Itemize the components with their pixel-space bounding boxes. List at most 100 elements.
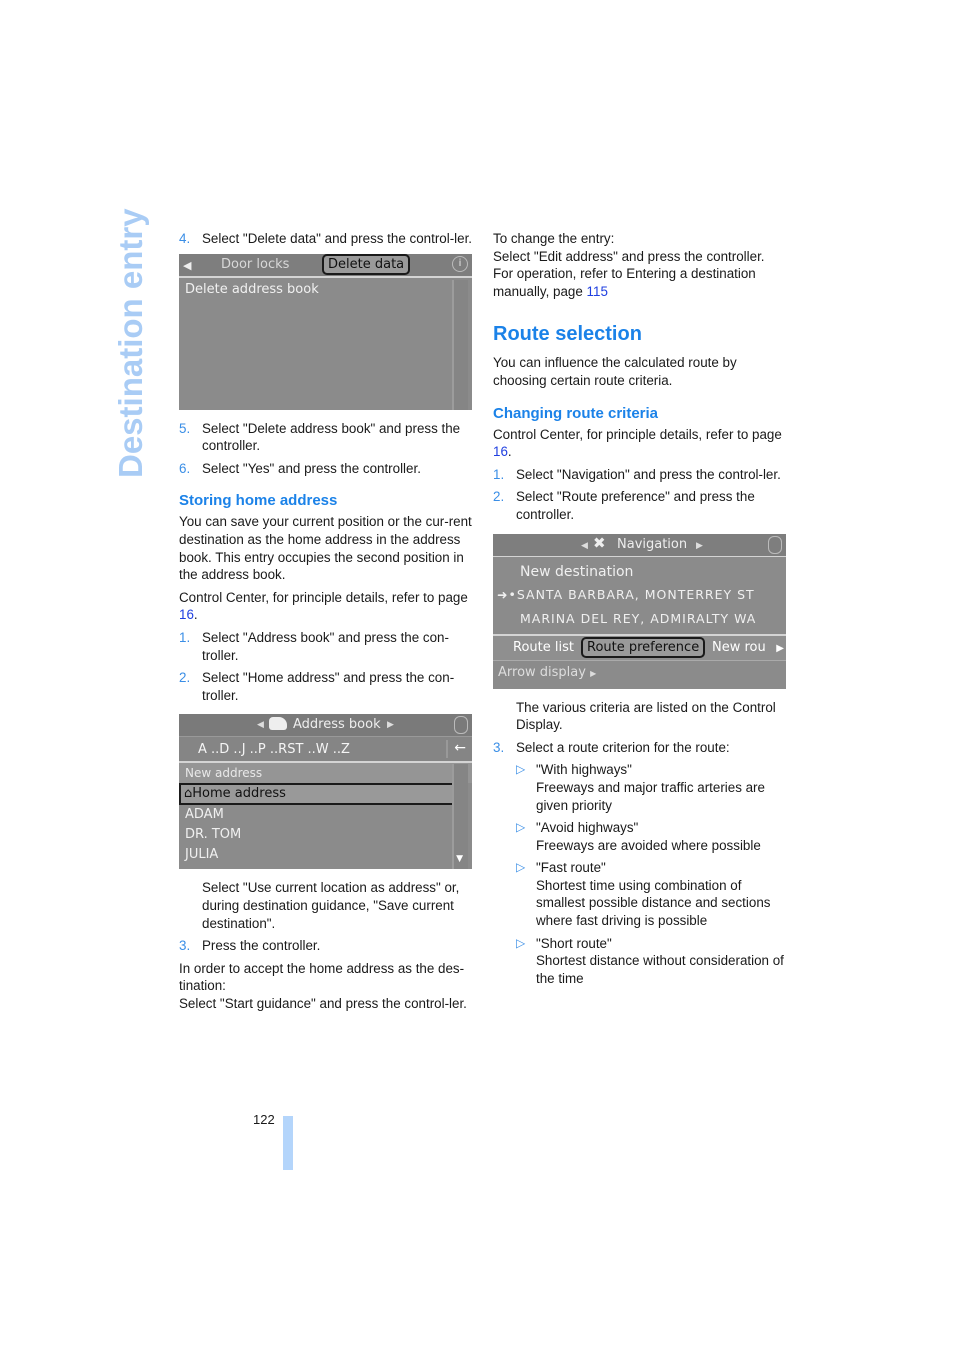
criterion-description: Shortest time using combination of small…	[536, 877, 771, 929]
control-center-paragraph: Control Center, for principle details, r…	[179, 589, 474, 624]
storing-paragraph: You can save your current position or th…	[179, 514, 472, 583]
change-entry-line-1: To change the entry:	[493, 231, 615, 246]
navigation-satellite-icon: ✖	[593, 533, 606, 552]
criterion-name: "Short route"	[536, 935, 612, 951]
triangle-bullet-icon: ▷	[516, 935, 526, 950]
step-text: Select "Address book" and press the con-…	[202, 629, 449, 663]
page-link[interactable]: 16	[493, 444, 508, 459]
step-6: 6. Select "Yes" and press the controller…	[179, 460, 474, 478]
tab-bar: Route list Route preference New rou ▶	[493, 633, 786, 661]
info-icon: i	[452, 255, 468, 272]
paragraph-text: For operation, refer to Entering a desti…	[493, 266, 756, 299]
page-link[interactable]: 16	[179, 607, 194, 622]
step-text: Select "Delete address book" and press t…	[202, 420, 461, 454]
screen-address-book: ◀ Address book ▶ A ..D ..J ..P ..RST ..W…	[179, 714, 472, 870]
arrow-right-icon: ➜•	[497, 586, 517, 602]
alphabet-bar: A ..D ..J ..P ..RST ..W ..Z ←	[179, 737, 472, 764]
step-number: 1.	[493, 466, 505, 482]
scrollbar[interactable]	[452, 279, 468, 410]
tab-delete-data[interactable]: Delete data	[322, 253, 411, 275]
heading-route-selection: Route selection	[493, 323, 642, 346]
left-triangle-icon: ◀	[183, 258, 192, 272]
step-number: 1.	[179, 629, 191, 645]
accept-paragraph-2: Select "Start guidance" and press the co…	[179, 995, 467, 1011]
paragraph-text: Control Center, for principle details, r…	[179, 589, 468, 605]
step-number: 3.	[493, 739, 505, 755]
step-2: 2. Select "Home address" and press the c…	[179, 669, 474, 704]
controller-icon	[454, 716, 468, 735]
page-tab-marker	[283, 1116, 293, 1170]
step-number: 4.	[179, 231, 191, 246]
accept-paragraph-1: In order to accept the home address as t…	[179, 960, 465, 994]
list-item-current-destination[interactable]: ➜•SANTA BARBARA, MONTERREY ST	[493, 583, 786, 607]
tab-route-preference[interactable]: Route preference	[581, 636, 706, 658]
change-entry-line-2: Select "Edit address" and press the cont…	[493, 248, 765, 264]
page-link[interactable]: 115	[587, 284, 608, 299]
step-number: 2.	[493, 489, 505, 505]
triangle-bullet-icon: ▷	[516, 820, 526, 835]
tab-route-list[interactable]: Route list	[513, 639, 574, 657]
step-text: Press the controller.	[202, 938, 321, 954]
step-2: 2. Select "Route preference" and press t…	[493, 488, 788, 523]
item-label: Arrow display	[498, 664, 586, 680]
step-2-continuation: The various criteria are listed on the C…	[516, 699, 776, 733]
right-arrow-icon: ▶	[387, 720, 394, 731]
address-book-icon	[269, 717, 287, 731]
criterion-description: Freeways and major traffic arteries are …	[536, 779, 765, 813]
heading-storing-home-address: Storing home address	[179, 492, 338, 510]
step-number: 2.	[179, 670, 191, 686]
step-text: Select a route criterion for the route:	[516, 739, 730, 755]
criterion-name: "With highways"	[536, 762, 632, 778]
criterion-short-route: ▷ "Short route" Shortest distance withou…	[493, 935, 788, 988]
paragraph-end: .	[507, 444, 512, 460]
screen-header: ◀ Address book ▶	[179, 714, 472, 738]
scroll-down-icon[interactable]: ▼	[456, 851, 463, 869]
tab-scroll-right-icon[interactable]: ▶	[776, 640, 784, 658]
tab-new-route[interactable]: New rou	[712, 639, 766, 657]
left-arrow-icon: ◀	[581, 540, 588, 551]
controller-icon	[768, 535, 782, 554]
step-3: 3. Press the controller.	[179, 937, 474, 955]
page-number: 122	[253, 1112, 275, 1127]
screen-header: ◀ Door locks Delete data i	[179, 253, 472, 278]
route-paragraph: You can influence the calculated route b…	[493, 355, 737, 388]
change-entry-line-3: For operation, refer to Entering a desti…	[493, 265, 788, 300]
criterion-with-highways: ▷ "With highways" Freeways and major tra…	[493, 761, 788, 814]
back-arrow-icon[interactable]: ←	[446, 740, 466, 758]
criterion-name: "Fast route"	[536, 860, 606, 876]
right-arrow-icon: ▶	[590, 668, 597, 678]
screen-title: Address book	[293, 717, 381, 733]
criterion-description: Shortest distance without consideration …	[536, 953, 784, 986]
right-arrow-icon: ▶	[696, 540, 703, 551]
paragraph-text: Control Center, for principle details, r…	[493, 426, 782, 442]
list-item[interactable]: DR. TOM	[179, 825, 472, 845]
criterion-fast-route: ▷ "Fast route" Shortest time using combi…	[493, 859, 788, 929]
menu-item-arrow-display[interactable]: Arrow display ▶	[493, 661, 786, 685]
step-number: 3.	[179, 938, 191, 954]
left-arrow-icon: ◀	[257, 720, 264, 731]
paragraph-end: .	[193, 607, 198, 623]
screen-title: Navigation	[617, 536, 688, 552]
menu-item-delete-address-book[interactable]: Delete address book	[179, 280, 472, 300]
left-column: 4. Select "Delete data" and press the co…	[179, 230, 474, 1017]
screen-delete-data: ◀ Door locks Delete data i Delete addres…	[179, 253, 472, 410]
step-5: 5. Select "Delete address book" and pres…	[179, 420, 474, 455]
step-text: Select "Route preference" and press the …	[516, 489, 755, 522]
list-item-new-address[interactable]: New address	[179, 763, 472, 784]
step-text: Select "Home address" and press the con-…	[202, 670, 455, 703]
control-center-paragraph: Control Center, for principle details, r…	[493, 426, 788, 461]
step-text: Select "Delete data" and press the contr…	[202, 231, 473, 246]
list-item-destination[interactable]: MARINA DEL REY, ADMIRALTY WA	[493, 607, 786, 631]
alphabet-jump[interactable]: A ..D ..J ..P ..RST ..W ..Z	[198, 741, 350, 759]
list-item[interactable]: JULIA	[179, 845, 472, 865]
triangle-bullet-icon: ▷	[516, 762, 526, 777]
step-text: Select "Yes" and press the controller.	[202, 460, 421, 476]
screen-navigation: ◀ ✖ Navigation ▶ New destination ➜•SANTA…	[493, 533, 786, 689]
step-number: 5.	[179, 420, 191, 436]
menu-item-new-destination[interactable]: New destination	[493, 557, 786, 583]
item-label: SANTA BARBARA, MONTERREY ST	[516, 586, 755, 602]
triangle-bullet-icon: ▷	[516, 860, 526, 875]
tab-door-locks[interactable]: Door locks	[221, 256, 289, 274]
list-item-home-address[interactable]: ⌂Home address	[179, 783, 456, 806]
list-item[interactable]: ADAM	[179, 805, 472, 825]
